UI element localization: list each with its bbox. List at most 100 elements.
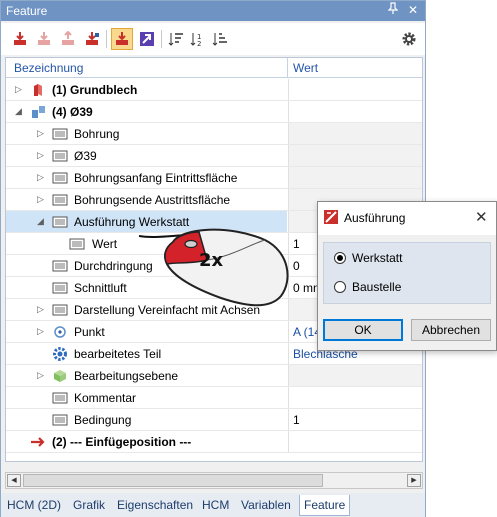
- feature-active-icon[interactable]: [111, 28, 133, 50]
- parameter-icon: [52, 412, 68, 428]
- feature-red-1-icon[interactable]: [9, 28, 31, 50]
- cancel-button[interactable]: Abbrechen: [411, 319, 491, 341]
- row-label: (2) --- Einfügeposition ---: [52, 435, 192, 449]
- panel-title: Feature: [6, 4, 48, 18]
- parameter-icon: [52, 126, 68, 142]
- parameter-icon: [52, 192, 68, 208]
- drill-feature-icon: [30, 104, 46, 120]
- option-group: Werkstatt Baustelle: [323, 242, 491, 304]
- panel-titlebar: Feature ✕: [1, 1, 425, 21]
- tab-variablen[interactable]: Variablen: [241, 498, 291, 512]
- sort-3-icon[interactable]: [209, 28, 231, 50]
- radio-button-werkstatt[interactable]: [334, 252, 346, 264]
- grid-header: Bezeichnung Wert: [6, 58, 422, 78]
- column-header-name[interactable]: Bezeichnung: [14, 61, 83, 75]
- pin-icon[interactable]: [385, 2, 401, 19]
- row-label: Ø39: [74, 149, 97, 163]
- expand-icon[interactable]: ▷: [36, 151, 45, 160]
- parameter-icon: [52, 302, 68, 318]
- dialog-titlebar: Ausführung ✕: [318, 202, 496, 234]
- expand-icon[interactable]: ▷: [36, 195, 45, 204]
- parameter-icon: [69, 236, 85, 252]
- tab-hcm-2d[interactable]: HCM (2D): [7, 498, 61, 512]
- tree-row-einfuegeposition[interactable]: (2) --- Einfügeposition ---: [6, 431, 422, 453]
- tree-row-bedingung[interactable]: Bedingung 1: [6, 409, 422, 431]
- tree-row-bohrungsanfang[interactable]: ▷ Bohrungsanfang Eintrittsfläche: [6, 167, 422, 189]
- feature-toolbar: 12: [1, 23, 425, 55]
- expand-icon[interactable]: ▷: [36, 305, 45, 314]
- panel-close-icon[interactable]: ✕: [405, 2, 421, 19]
- row-label: Schnittluft: [74, 281, 127, 295]
- dialog-title: Ausführung: [344, 211, 406, 225]
- row-label: (1) Grundblech: [52, 83, 138, 97]
- tree-row-bohrung[interactable]: ▷ Bohrung: [6, 123, 422, 145]
- sort-2-icon[interactable]: 12: [187, 28, 209, 50]
- ausfuehrung-dialog: Ausführung ✕ Werkstatt Baustelle OK Abbr…: [317, 201, 497, 351]
- svg-text:2: 2: [197, 40, 201, 47]
- tree-row-bohrung-group[interactable]: ◢ (4) Ø39: [6, 101, 422, 123]
- horizontal-scrollbar[interactable]: ◀ ▶: [5, 472, 423, 489]
- feature-red-2-icon[interactable]: [33, 28, 55, 50]
- collapse-icon[interactable]: ◢: [14, 107, 23, 116]
- tree-row-grundblech[interactable]: ▷ (1) Grundblech: [6, 79, 422, 101]
- double-click-label: 2x: [199, 250, 224, 271]
- column-header-value[interactable]: Wert: [293, 61, 318, 75]
- row-label: bearbeitetes Teil: [74, 347, 162, 361]
- row-value[interactable]: 1: [293, 237, 300, 251]
- row-label: Bohrungsanfang Eintrittsfläche: [74, 171, 238, 185]
- tree-row-diameter[interactable]: ▷ Ø39: [6, 145, 422, 167]
- tab-feature[interactable]: Feature: [299, 495, 351, 516]
- sort-1-icon[interactable]: [165, 28, 187, 50]
- insert-arrow-icon: [30, 434, 46, 450]
- row-label: Punkt: [74, 325, 105, 339]
- toolbar-separator: [106, 30, 107, 48]
- radio-label-werkstatt: Werkstatt: [352, 251, 403, 265]
- collapse-icon[interactable]: ◢: [36, 217, 45, 226]
- tree-row-bearbeitungsebene[interactable]: ▷ Bearbeitungsebene: [6, 365, 422, 387]
- scroll-left-icon[interactable]: ◀: [7, 474, 21, 487]
- radio-label-baustelle: Baustelle: [352, 280, 402, 294]
- row-value[interactable]: 1: [293, 413, 300, 427]
- dialog-close-icon[interactable]: ✕: [475, 208, 488, 226]
- mouse-double-click-illustration: 2x: [138, 228, 289, 307]
- toolbar-separator: [161, 30, 162, 48]
- expand-icon[interactable]: ▷: [36, 173, 45, 182]
- gear-icon[interactable]: [398, 28, 420, 50]
- radio-werkstatt[interactable]: Werkstatt: [324, 243, 490, 273]
- row-label: Bohrungsende Austrittsfläche: [74, 193, 231, 207]
- parameter-icon: [52, 258, 68, 274]
- dialog-body: Werkstatt Baustelle OK Abbrechen: [318, 235, 496, 350]
- bottom-tab-bar: HCM (2D) Grafik Eigenschaften HCM Variab…: [1, 493, 425, 517]
- scrollbar-thumb[interactable]: [23, 474, 323, 487]
- column-divider[interactable]: [287, 58, 288, 78]
- dialog-app-icon: [324, 210, 338, 227]
- parameter-icon: [52, 148, 68, 164]
- mouse-wheel: [184, 239, 198, 249]
- row-label: Kommentar: [74, 391, 137, 405]
- parameter-icon: [52, 214, 68, 230]
- scroll-right-icon[interactable]: ▶: [407, 474, 421, 487]
- parameter-icon: [52, 170, 68, 186]
- feature-red-4-icon[interactable]: [81, 28, 103, 50]
- row-value[interactable]: 0: [293, 259, 300, 273]
- expand-icon[interactable]: ▷: [36, 327, 45, 336]
- radio-baustelle[interactable]: Baustelle: [324, 273, 490, 303]
- expand-icon[interactable]: ▷: [36, 371, 45, 380]
- row-label: Bohrung: [74, 127, 120, 141]
- part-gear-icon: [52, 346, 68, 362]
- expand-icon[interactable]: ▷: [14, 85, 23, 94]
- feature-red-3-icon[interactable]: [57, 28, 79, 50]
- tree-row-kommentar[interactable]: Kommentar: [6, 387, 422, 409]
- tab-eigenschaften[interactable]: Eigenschaften: [117, 498, 193, 512]
- row-label: Bedingung: [74, 413, 132, 427]
- ok-button[interactable]: OK: [323, 319, 403, 341]
- row-label: Bearbeitungsebene: [74, 369, 179, 383]
- tab-hcm[interactable]: HCM: [202, 498, 229, 512]
- row-label: Wert: [92, 237, 118, 251]
- arrow-up-right-icon[interactable]: [136, 28, 158, 50]
- parameter-icon: [52, 390, 68, 406]
- point-icon: [52, 324, 68, 340]
- tab-grafik[interactable]: Grafik: [73, 498, 105, 512]
- radio-button-baustelle[interactable]: [334, 281, 346, 293]
- expand-icon[interactable]: ▷: [36, 129, 45, 138]
